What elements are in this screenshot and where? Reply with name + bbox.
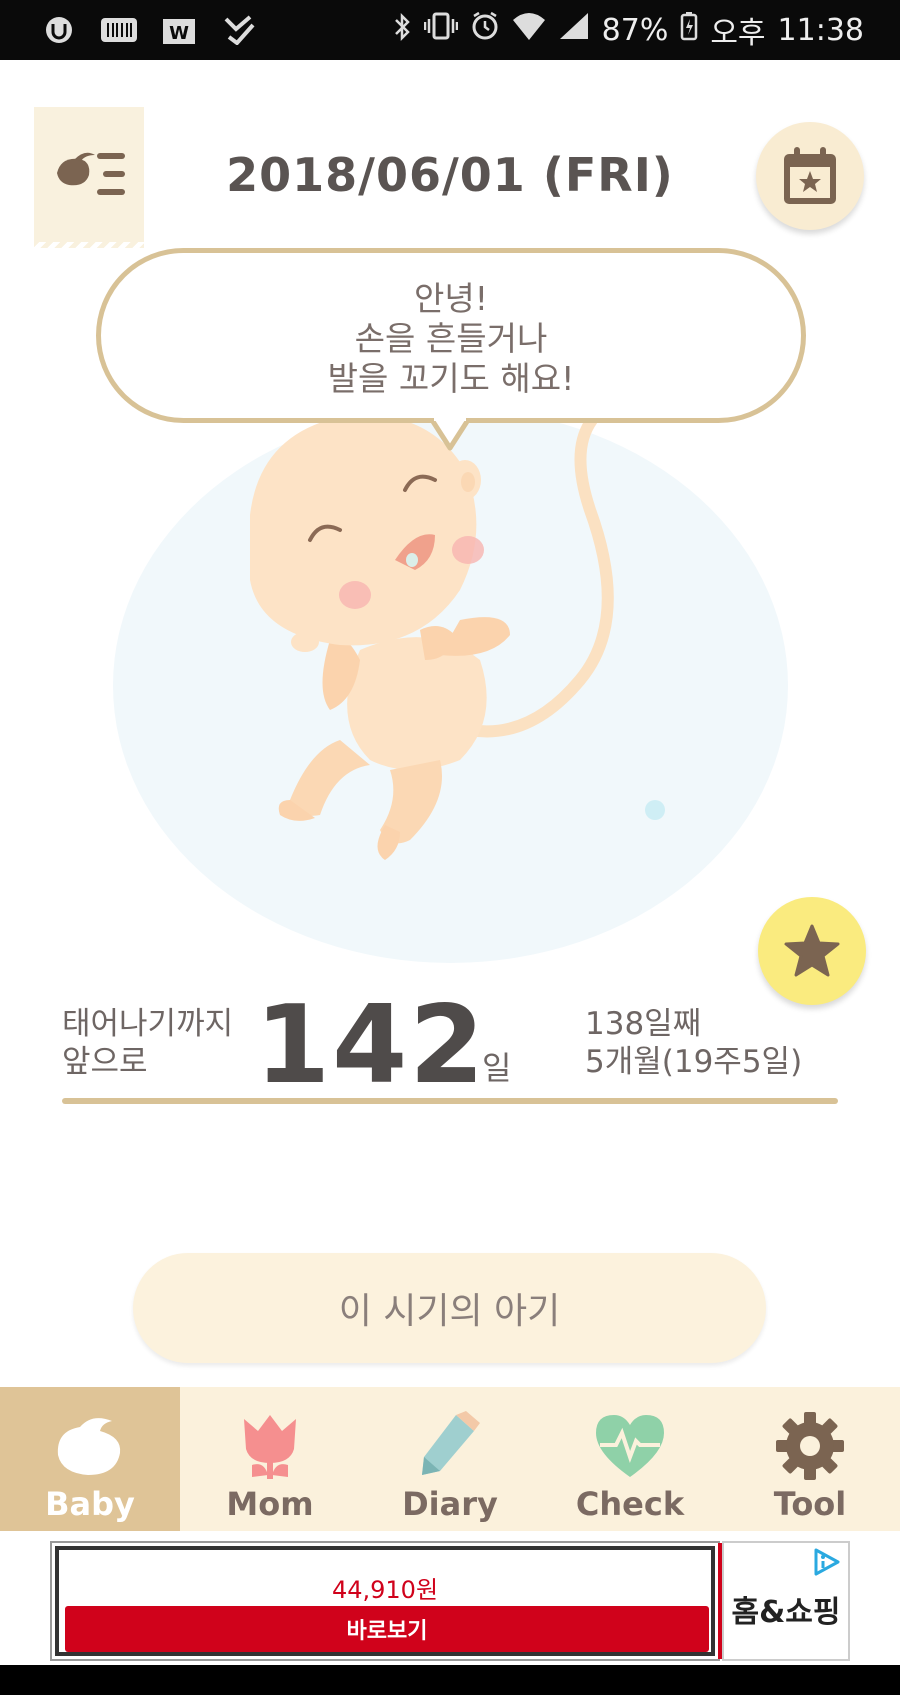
divider-line	[62, 1098, 838, 1104]
svg-text:W: W	[169, 23, 189, 44]
gear-icon	[776, 1412, 844, 1480]
check-app-icon	[220, 15, 258, 45]
days-left-number: 142	[255, 983, 487, 1108]
tab-baby[interactable]: Baby	[0, 1387, 180, 1531]
bubble-line-3: 발을 꼬기도 해요!	[327, 359, 575, 398]
ad-inner: 44,910원 바로보기	[55, 1546, 715, 1656]
battery-icon	[680, 11, 698, 49]
tab-label-baby: Baby	[45, 1485, 135, 1523]
days-unit: 일	[482, 1049, 512, 1087]
clock-ampm: 오후	[710, 16, 766, 51]
ad-logo-text: 홈&쇼핑	[731, 1595, 841, 1630]
tab-label-mom: Mom	[226, 1485, 314, 1523]
star-icon	[784, 924, 840, 977]
fetus-illustration[interactable]	[190, 420, 670, 920]
countdown-label-line1: 태어나기까지	[62, 1006, 234, 1042]
calendar-button[interactable]	[756, 122, 864, 230]
tulip-icon	[244, 1415, 296, 1479]
system-nav-bar	[0, 1665, 900, 1695]
bottom-tab-bar: Baby Mom Diary Check Tool	[0, 1387, 900, 1531]
bird-menu-icon	[57, 152, 125, 195]
vibrate-icon	[423, 11, 458, 49]
bluetooth-icon	[392, 12, 412, 48]
tab-tool[interactable]: Tool	[720, 1387, 900, 1531]
signal-icon	[558, 11, 590, 49]
wifi-icon	[512, 11, 546, 49]
bird-icon	[57, 1418, 121, 1475]
countdown-label-line2: 앞으로	[62, 1044, 148, 1080]
u-plus-icon	[40, 15, 78, 45]
menu-button[interactable]	[34, 107, 144, 248]
countdown-label: 태어나기까지 앞으로	[62, 1005, 233, 1081]
calendar-star-icon	[784, 147, 836, 204]
battery-percent: 87%	[601, 12, 669, 48]
day-count: 138일째	[585, 1006, 702, 1042]
ad-price: 44,910원	[331, 1576, 439, 1604]
tab-label-diary: Diary	[402, 1485, 498, 1523]
bubble-line-2: 손을 흔들거나	[354, 319, 548, 358]
current-date: 2018/06/01 (FRI)	[226, 148, 674, 202]
ad-choices-icon[interactable]	[812, 1547, 842, 1577]
status-left-icons: W	[40, 15, 258, 45]
month-week: 5개월(19주5일)	[585, 1044, 803, 1080]
clock-time: 11:38	[777, 12, 864, 48]
ad-banner[interactable]: 44,910원 바로보기 홈&쇼핑	[0, 1531, 900, 1665]
speech-bubble: 안녕! 손을 흔들거나 발을 꼬기도 해요!	[96, 248, 806, 423]
heart-pulse-icon	[596, 1415, 664, 1477]
tab-check[interactable]: Check	[540, 1387, 720, 1531]
status-right: 87% 오후 11:38	[392, 8, 864, 52]
tab-label-tool: Tool	[773, 1485, 847, 1523]
barcode-icon	[100, 15, 138, 45]
alarm-icon	[470, 11, 500, 49]
ad-logo[interactable]: 홈&쇼핑	[722, 1541, 850, 1661]
bubble-line-1: 안녕!	[414, 279, 488, 318]
tab-label-check: Check	[575, 1485, 685, 1523]
pencil-icon	[422, 1411, 480, 1475]
speech-bubble-tail	[430, 418, 470, 451]
baby-this-period-button[interactable]: 이 시기의 아기	[133, 1253, 766, 1363]
pregnancy-progress-info: 138일째 5개월(19주5일)	[585, 1005, 802, 1081]
favorite-button[interactable]	[758, 897, 866, 1005]
ad-product-box[interactable]: 44,910원 바로보기	[50, 1541, 720, 1661]
status-bar: W 87% 오후 11:38	[0, 0, 900, 60]
tab-mom[interactable]: Mom	[180, 1387, 360, 1531]
w-app-icon: W	[160, 15, 198, 45]
ad-view-button[interactable]: 바로보기	[65, 1606, 709, 1652]
tab-diary[interactable]: Diary	[360, 1387, 540, 1531]
